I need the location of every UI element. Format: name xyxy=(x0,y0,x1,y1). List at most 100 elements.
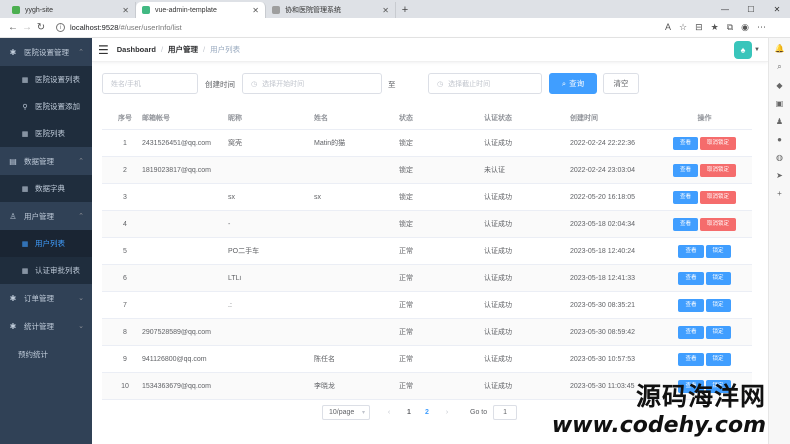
browser-tab[interactable]: 协和医院管理系统 ✕ xyxy=(266,2,396,18)
goto-page-input[interactable]: 1 xyxy=(493,404,518,420)
profile-icon[interactable]: ◉ xyxy=(741,22,749,33)
unlock-button[interactable]: 取消锁定 xyxy=(700,217,737,231)
sidebar-group[interactable]: ✱ 医院设置管理 ⌃ xyxy=(0,38,92,66)
view-button[interactable]: 查看 xyxy=(672,163,698,177)
unlock-button[interactable]: 取消锁定 xyxy=(700,163,737,177)
table-row: 3 sx sx 锁定 认证成功 2022-05-20 16:18:05 查看 取消锁定 xyxy=(102,184,752,211)
site-info-icon[interactable]: i xyxy=(56,23,65,32)
unlock-button[interactable]: 取消锁定 xyxy=(700,190,737,204)
lock-button[interactable]: 锁定 xyxy=(705,244,731,258)
more-icon[interactable]: ⋯ xyxy=(757,22,766,33)
cell-nick: PO二手车 xyxy=(228,248,260,255)
sidebar-item[interactable]: ▦ 认证审批列表 xyxy=(0,257,92,284)
unlock-button[interactable]: 取消锁定 xyxy=(700,136,737,150)
end-time-picker[interactable]: ◷ 选择截止时间 xyxy=(428,73,542,94)
browser-tab[interactable]: vue-admin-template ✕ xyxy=(136,2,266,18)
sidebar-group[interactable]: ▤ 数据管理 ⌃ xyxy=(0,147,92,175)
watermark-en: www.codehy.com xyxy=(551,413,766,438)
avatar[interactable]: ♠ xyxy=(734,41,752,59)
edge-games-icon[interactable]: ♟ xyxy=(776,117,783,126)
prev-page-icon[interactable]: ‹ xyxy=(378,409,400,416)
sidebar-item[interactable]: ▦ 用户列表 xyxy=(0,230,92,257)
view-button[interactable]: 查看 xyxy=(678,298,704,312)
maximize-icon[interactable]: ☐ xyxy=(738,0,764,18)
caret-down-icon[interactable]: ▼ xyxy=(754,47,760,53)
edge-tag-icon[interactable]: ◆ xyxy=(776,81,782,90)
lock-button[interactable]: 锁定 xyxy=(705,271,731,285)
cell-status: 正常 xyxy=(399,383,413,390)
sidebar-group[interactable]: ♙ 用户管理 ⌃ xyxy=(0,202,92,230)
page-number-1[interactable]: 1 xyxy=(400,409,418,416)
cell-time: 2023-05-18 02:04:34 xyxy=(570,220,635,228)
back-icon[interactable]: ← xyxy=(6,22,20,33)
pagination: 10/page ▾ ‹ 1 2 › Go to 1 xyxy=(322,404,518,420)
page-size-select[interactable]: 10/page ▾ xyxy=(322,404,370,420)
edge-bell-icon[interactable]: 🔔 xyxy=(775,44,785,53)
view-button[interactable]: 查看 xyxy=(678,325,704,339)
favorite-icon[interactable]: ☆ xyxy=(679,22,687,33)
breadcrumb-dashboard[interactable]: Dashboard xyxy=(117,45,156,54)
hamburger-icon[interactable]: ☰ xyxy=(98,43,109,57)
table-icon: ▦ xyxy=(21,267,29,275)
url-path: /#/user/userInfo/list xyxy=(118,23,182,32)
sidebar-item-appointment-stats[interactable]: 预约统计 xyxy=(0,340,92,368)
lock-button[interactable]: 锁定 xyxy=(705,298,731,312)
reload-icon[interactable]: ↻ xyxy=(34,22,48,33)
sidebar-item-label: 医院列表 xyxy=(35,129,65,138)
view-button[interactable]: 查看 xyxy=(678,271,704,285)
edge-shopping-icon[interactable]: ▣ xyxy=(776,99,784,108)
sidebar-group[interactable]: ✱ 订单管理 ⌄ xyxy=(0,284,92,312)
split-screen-icon[interactable]: ⊟ xyxy=(695,22,703,33)
view-button[interactable]: 查看 xyxy=(672,217,698,231)
browser-tab[interactable]: yygh-site ✕ xyxy=(6,2,136,18)
user-icon: ♙ xyxy=(9,211,17,221)
column-header: 昵称 xyxy=(228,114,242,122)
next-page-icon[interactable]: › xyxy=(436,409,458,416)
search-button[interactable]: ⌕ 查询 xyxy=(549,73,597,94)
edge-circle-icon[interactable]: ● xyxy=(777,135,782,144)
favorites-list-icon[interactable]: ★ xyxy=(711,22,719,33)
tab-close-icon[interactable]: ✕ xyxy=(252,6,259,15)
sidebar-item[interactable]: ▦ 医院列表 xyxy=(0,120,92,147)
lock-button[interactable]: 锁定 xyxy=(705,352,731,366)
view-button[interactable]: 查看 xyxy=(678,352,704,366)
minimize-icon[interactable]: — xyxy=(712,0,738,18)
edge-outlook-icon[interactable]: ◍ xyxy=(776,153,783,162)
edge-search-icon[interactable]: ⌕ xyxy=(777,62,781,72)
cell-status: 锁定 xyxy=(399,140,413,147)
watermark: 源码海洋网 www.codehy.com xyxy=(552,377,766,438)
address-bar: ← → ↻ i localhost:9528/#/user/userInfo/l… xyxy=(0,18,790,38)
cell-no: 1 xyxy=(123,139,127,147)
collections-icon[interactable]: ⧉ xyxy=(727,22,733,33)
row-actions: 查看 锁定 xyxy=(657,298,752,312)
start-time-picker[interactable]: ◷ 选择开始时间 xyxy=(242,73,382,94)
tab-close-icon[interactable]: ✕ xyxy=(382,6,389,15)
url-field[interactable]: i localhost:9528/#/user/userInfo/list xyxy=(56,21,665,35)
start-time-placeholder: 选择开始时间 xyxy=(262,80,305,88)
sidebar-item[interactable]: ▦ 数据字典 xyxy=(0,175,92,202)
sidebar-item[interactable]: ⚲ 医院设置添加 xyxy=(0,93,92,120)
table-row: 1 2431526451@qq.com 窝壳 Matin的猫 锁定 认证成功 2022-02… xyxy=(102,130,752,157)
sidebar-item[interactable]: ▦ 医院设置列表 xyxy=(0,66,92,93)
lock-button[interactable]: 锁定 xyxy=(705,325,731,339)
clear-button[interactable]: 清空 xyxy=(603,73,639,94)
view-button[interactable]: 查看 xyxy=(678,244,704,258)
cell-email: 1534363679@qq.com xyxy=(142,382,211,390)
sidebar-group[interactable]: ✱ 统计管理 ⌄ xyxy=(0,312,92,340)
close-window-icon[interactable]: ✕ xyxy=(764,0,790,18)
edge-send-icon[interactable]: ➤ xyxy=(776,171,783,180)
edge-add-icon[interactable]: + xyxy=(777,189,782,198)
new-tab-button[interactable]: + xyxy=(396,2,414,18)
view-button[interactable]: 查看 xyxy=(672,136,698,150)
sidebar-group-label: 用户管理 xyxy=(24,211,54,221)
table-row: 8 2907528589@qq.com 正常 认证成功 2023-05-30 08:59… xyxy=(102,319,752,346)
name-phone-input[interactable]: 姓名/手机 xyxy=(102,73,198,94)
end-time-placeholder: 选择截止时间 xyxy=(448,80,491,88)
view-button[interactable]: 查看 xyxy=(672,190,698,204)
page-number-2[interactable]: 2 xyxy=(418,409,436,416)
tab-close-icon[interactable]: ✕ xyxy=(122,6,129,15)
forward-icon[interactable]: → xyxy=(20,22,34,33)
column-header: 邮箱帐号 xyxy=(142,114,170,122)
read-aloud-icon[interactable]: A xyxy=(665,22,671,33)
cell-status: 正常 xyxy=(399,302,413,309)
